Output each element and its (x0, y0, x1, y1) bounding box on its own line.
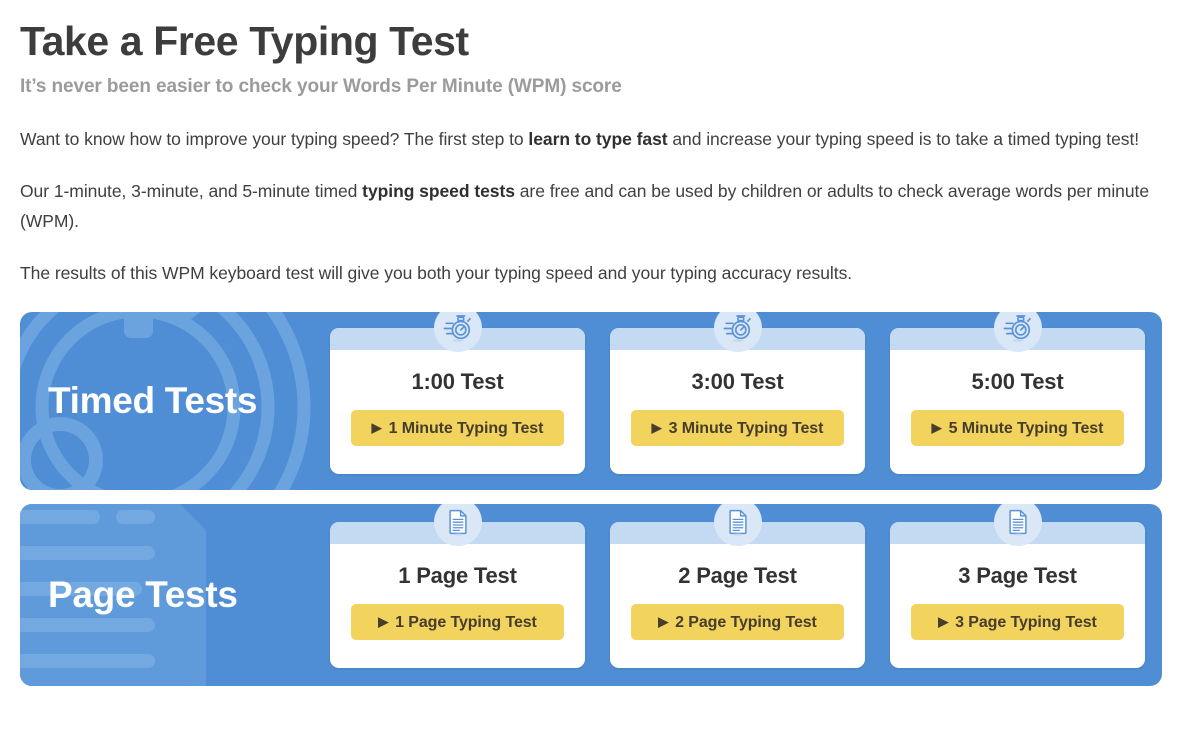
card-button-label: 2 Page Typing Test (675, 614, 817, 631)
play-triangle-icon: ▶ (938, 614, 949, 629)
card-button-label: 3 Minute Typing Test (668, 420, 824, 437)
card-title: 1 Page Test (398, 563, 517, 588)
card-button-label: 3 Page Typing Test (955, 614, 1097, 631)
page-tests-label: Page Tests (48, 574, 238, 615)
start-5-minute-typing-test-button[interactable]: ▶ 5 Minute Typing Test (911, 410, 1124, 446)
page-subtitle: It’s never been easier to check your Wor… (20, 76, 622, 97)
test-card-2-page[interactable]: 2 Page Test ▶ 2 Page Typing Test (610, 504, 865, 668)
card-title: 3:00 Test (691, 369, 784, 394)
intro-p2-text-a: Our 1-minute, 3-minute, and 5-minute tim… (20, 181, 363, 201)
timed-tests-panel: Timed Tests 1:00 Test ▶ 1 Minute Typing … (20, 312, 1162, 490)
start-3-page-typing-test-button[interactable]: ▶ 3 Page Typing Test (911, 604, 1124, 640)
start-1-page-typing-test-button[interactable]: ▶ 1 Page Typing Test (351, 604, 564, 640)
test-card-1-minute[interactable]: 1:00 Test ▶ 1 Minute Typing Test (330, 312, 585, 474)
intro-paragraph-1: Want to know how to improve your typing … (20, 100, 1162, 154)
start-1-minute-typing-test-button[interactable]: ▶ 1 Minute Typing Test (351, 410, 564, 446)
start-2-page-typing-test-button[interactable]: ▶ 2 Page Typing Test (631, 604, 844, 640)
intro-paragraph-2: Our 1-minute, 3-minute, and 5-minute tim… (20, 154, 1162, 236)
test-card-1-page[interactable]: 1 Page Test ▶ 1 Page Typing Test (330, 504, 585, 668)
play-triangle-icon: ▶ (658, 614, 669, 629)
card-button-label: 1 Page Typing Test (395, 614, 537, 631)
play-triangle-icon: ▶ (378, 614, 389, 629)
play-triangle-icon: ▶ (931, 420, 942, 435)
timed-tests-label: Timed Tests (48, 380, 258, 421)
page-tests-cards: 1 Page Test ▶ 1 Page Typing Test 2 Page … (330, 504, 1162, 668)
card-title: 2 Page Test (678, 563, 797, 588)
intro-p1-bold: learn to type fast (528, 129, 668, 149)
intro-p1-text-b: and increase your typing speed is to tak… (667, 129, 1140, 149)
test-card-3-minute[interactable]: 3:00 Test ▶ 3 Minute Typing Test (610, 312, 865, 474)
timed-tests-cards: 1:00 Test ▶ 1 Minute Typing Test 3:00 Te… (330, 312, 1162, 474)
page-title: Take a Free Typing Test (20, 18, 469, 64)
card-title: 3 Page Test (958, 563, 1077, 588)
intro-p2-bold: typing speed tests (362, 181, 515, 201)
card-button-label: 1 Minute Typing Test (388, 420, 544, 437)
page-tests-panel: Page Tests 1 Page Test ▶ 1 Page Typing T… (20, 504, 1162, 686)
card-button-label: 5 Minute Typing Test (948, 420, 1104, 437)
test-card-5-minute[interactable]: 5:00 Test ▶ 5 Minute Typing Test (890, 312, 1145, 474)
start-3-minute-typing-test-button[interactable]: ▶ 3 Minute Typing Test (631, 410, 844, 446)
play-triangle-icon: ▶ (371, 420, 382, 435)
card-title: 5:00 Test (971, 369, 1064, 394)
play-triangle-icon: ▶ (651, 420, 662, 435)
test-card-3-page[interactable]: 3 Page Test ▶ 3 Page Typing Test (890, 504, 1145, 668)
typing-test-page: Take a Free Typing Test It’s never been … (0, 0, 1182, 753)
card-title: 1:00 Test (411, 369, 504, 394)
intro-paragraph-3: The results of this WPM keyboard test wi… (20, 263, 853, 283)
intro-p1-text-a: Want to know how to improve your typing … (20, 129, 529, 149)
